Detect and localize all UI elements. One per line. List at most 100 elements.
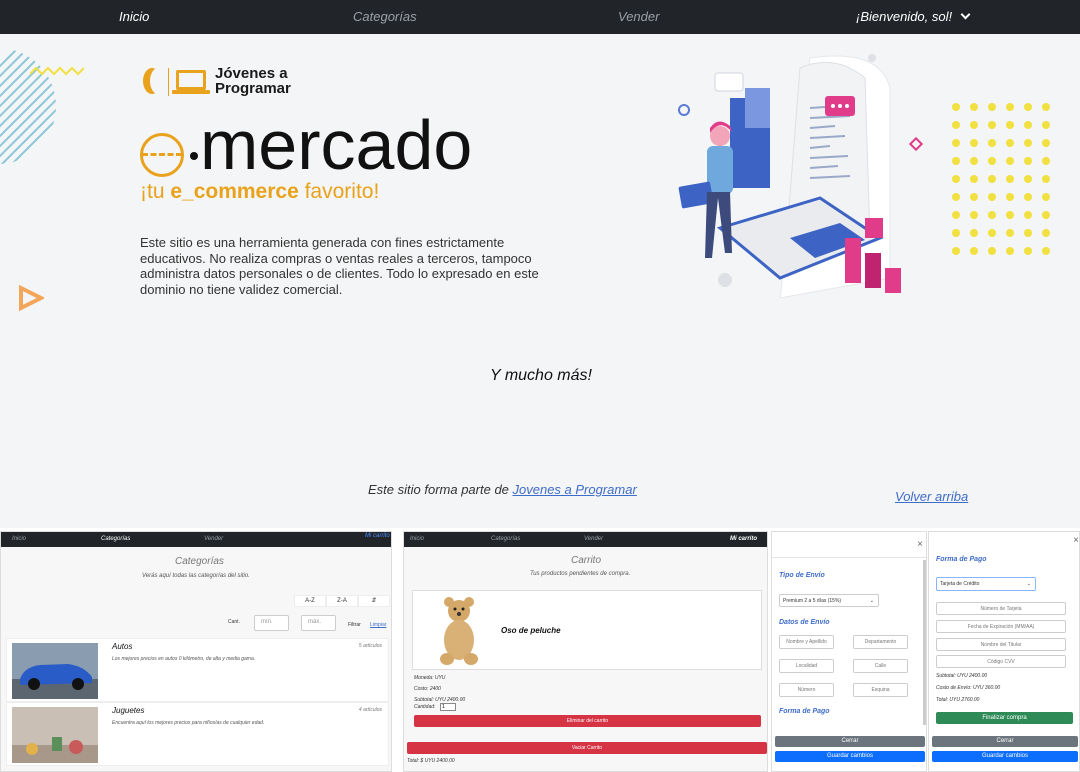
dot [988,229,996,237]
sort-count-icon: ⇵ [371,598,377,604]
dot [1006,157,1014,165]
dot [1024,121,1032,129]
dot [970,157,978,165]
toys-image [12,707,98,763]
nav-home[interactable]: Inicio [12,536,26,542]
payment-subtotal: Subtotal: UYU 2400.00 [936,673,988,679]
dot [970,121,978,129]
dot [970,211,978,219]
page-title: Categorías [175,556,224,567]
nav-home[interactable]: Inicio [410,536,424,542]
dot [952,157,960,165]
filter-button[interactable]: Filtrar [348,622,361,628]
dot [1024,211,1032,219]
back-to-top-link[interactable]: Volver arriba [895,489,968,504]
expiration-field[interactable]: Fecha de Expiración (MM/AA) [936,620,1066,633]
quantity-label: Cantidad: [414,704,436,710]
min-count-input[interactable]: mín. [254,615,289,631]
nav-sell[interactable]: Vender [204,536,223,542]
jovenes-a-programar-link[interactable]: Jovenes a Programar [513,482,637,497]
dot [970,139,978,147]
dot [1042,175,1050,183]
payment-modal-screenshot: × Forma de Pago Tarjeta de Crédito ⌄ Núme… [928,531,1080,772]
car-image [12,643,98,699]
nav-categories[interactable]: Categorías [353,9,417,24]
dot [1006,229,1014,237]
finish-purchase-button[interactable]: Finalizar compra [936,712,1073,724]
triangle-decoration [19,285,44,311]
category-description: Los mejores precios en autos 0 kilómetro… [112,656,256,662]
chevron-down-icon [960,9,971,20]
dot [952,175,960,183]
category-name: Autos [112,642,133,651]
main-page: Inicio Categorías Vender ¡Bienvenido, so… [0,0,1080,528]
emercado-logo: mercado [140,106,540,186]
corner-field[interactable]: Esquina [853,683,908,697]
nav-categories[interactable]: Categorías [101,536,130,542]
scrollbar[interactable] [923,560,926,725]
close-button[interactable]: Cerrar [775,736,925,747]
dot [970,103,978,111]
dot [988,157,996,165]
dot [1006,247,1014,255]
nav-home[interactable]: Inicio [119,9,149,24]
nav-cart[interactable]: Mi carrito [365,533,390,539]
category-description: Encuentra aquí los mejores precios para … [112,720,265,726]
cart-product-card: Oso de peluche [412,590,762,670]
save-changes-button[interactable]: Guardar cambios [775,751,925,762]
dot [1024,193,1032,201]
tagline: ¡tu e_commerce favorito! [140,180,380,203]
close-button[interactable]: Cerrar [932,736,1078,747]
disclaimer-text: Este sitio es una herramienta generada c… [140,235,539,297]
category-item-autos[interactable]: Autos Los mejores precios en autos 0 kil… [6,638,389,702]
clear-link[interactable]: Limpiar [370,622,386,628]
cart-total: Total: $ UYU 2400.00 [407,758,455,764]
payment-heading: Forma de Pago [779,708,830,715]
dot [1042,103,1050,111]
cvv-field[interactable]: Código CVV [936,655,1066,668]
close-icon[interactable]: × [1073,535,1079,546]
product-currency: Moneda: UYU [414,675,446,681]
nav-sell[interactable]: Vender [584,536,603,542]
shipping-type-heading: Tipo de Envío [779,572,825,579]
sort-count-button[interactable]: ⇵ [358,595,390,607]
dot [988,175,996,183]
sort-desc-button[interactable]: Z-A [326,595,358,607]
department-field[interactable]: Departamento [853,635,908,649]
brand-word: mercado [200,106,473,184]
user-menu[interactable]: ¡Bienvenido, sol! [856,9,971,24]
dot [1006,193,1014,201]
cardholder-field[interactable]: Nombre del Titular [936,638,1066,651]
number-field[interactable]: Número [779,683,834,697]
dot [1042,157,1050,165]
developer-illustration [678,54,924,299]
payment-total: Total: UYU 2760.00 [936,697,980,703]
top-navbar: Inicio Categorías Vender ¡Bienvenido, so… [0,0,1080,34]
payment-shipping-cost: Costo de Envío: UYU 360.00 [936,685,1001,691]
dot [1024,139,1032,147]
chevron-down-icon: ⌄ [1026,581,1031,587]
card-number-field[interactable]: Número de Tarjeta [936,602,1066,615]
dot [1024,157,1032,165]
empty-cart-button[interactable]: Vaciar Carrito [407,742,767,754]
jovenes-a-programar-logo: Jóvenes a Programar [143,66,313,98]
dot [988,121,996,129]
dot [988,247,996,255]
close-icon[interactable]: × [917,539,923,550]
nav-sell[interactable]: Vender [618,9,659,24]
name-field[interactable]: Nombre y Apellido [779,635,834,649]
max-count-input[interactable]: máx. [301,615,336,631]
nav-cart[interactable]: Mi carrito [730,536,757,542]
category-item-juguetes[interactable]: Juguetes Encuentra aquí los mejores prec… [6,702,389,766]
category-count: 4 artículos [358,707,382,713]
city-field[interactable]: Localidad [779,659,834,673]
quantity-input[interactable]: 1 [440,703,456,711]
shipping-type-select[interactable]: Premium 2 a 5 días (15%) ⌄ [779,594,879,607]
remove-from-cart-button[interactable]: Eliminar del carrito [414,715,761,727]
sort-asc-button[interactable]: A-Z [294,595,326,607]
street-field[interactable]: Calle [853,659,908,673]
save-changes-button[interactable]: Guardar cambios [932,751,1078,762]
payment-method-select[interactable]: Tarjeta de Crédito ⌄ [936,577,1036,591]
nav-categories[interactable]: Categorías [491,536,520,542]
dot [988,211,996,219]
